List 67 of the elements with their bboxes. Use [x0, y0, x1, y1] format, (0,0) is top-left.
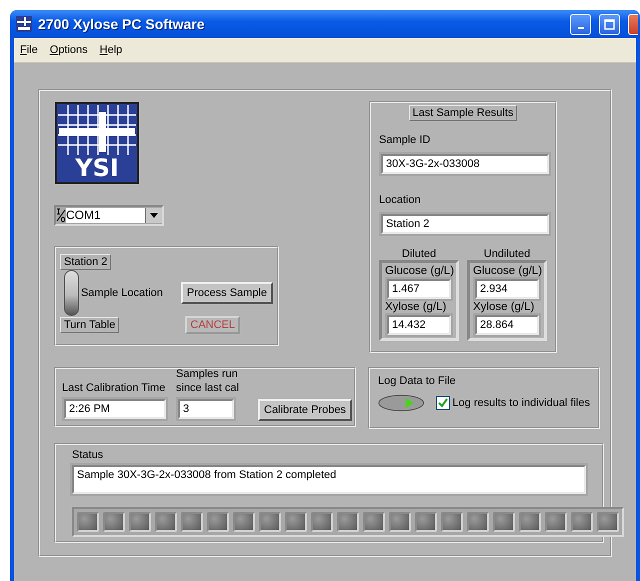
progress-led	[155, 512, 177, 532]
result-label: Glucose (g/L)	[473, 265, 541, 277]
result-field[interactable]: 28.864	[475, 315, 539, 335]
station-label: Station 2	[60, 254, 112, 270]
progress-led	[545, 512, 567, 532]
status-label: Status	[72, 449, 104, 461]
progress-led	[233, 512, 255, 532]
menu-item[interactable]: Options	[50, 44, 88, 56]
minimize-button[interactable]	[570, 14, 591, 34]
progress-led	[519, 512, 541, 532]
group-heading: Diluted	[402, 248, 436, 260]
app-icon	[16, 16, 32, 32]
io-icon	[56, 208, 66, 223]
maximize-icon	[604, 18, 615, 30]
result-label: Xylose (g/L)	[385, 301, 448, 313]
sample-id-field[interactable]: 30X-3G-2x-033008	[381, 154, 549, 174]
progress-led	[597, 512, 619, 532]
samples-run-label: Samples run since last cal	[176, 367, 240, 395]
turntable-label: Turn Table	[60, 317, 120, 333]
location-field[interactable]: Station 2	[381, 214, 549, 234]
samples-run-field[interactable]: 3	[178, 399, 234, 419]
results-title: Last Sample Results	[408, 105, 518, 121]
switch-label: Sample Location	[80, 287, 163, 299]
log-toggle-button[interactable]	[378, 393, 424, 413]
process-sample-button[interactable]: Process Sample	[180, 282, 273, 304]
progress-led	[311, 512, 333, 532]
progress-led	[259, 512, 281, 532]
result-field[interactable]: 1.467	[387, 279, 451, 299]
log-checkbox[interactable]: Log results to individual files	[436, 396, 590, 410]
close-button[interactable]	[628, 14, 638, 34]
menu-item[interactable]: File	[20, 44, 38, 56]
toggle-switch[interactable]	[64, 270, 79, 316]
dropdown-arrow-button[interactable]	[145, 208, 162, 223]
calibration-time-field[interactable]: 2:26 PM	[64, 399, 166, 419]
calibrate-probes-button[interactable]: Calibrate Probes	[258, 399, 352, 421]
location-label: Location	[379, 194, 422, 206]
progress-led	[441, 512, 463, 532]
progress-led	[285, 512, 307, 532]
progress-led	[181, 512, 203, 532]
maximize-button[interactable]	[599, 14, 620, 34]
progress-led	[363, 512, 385, 532]
result-label: Glucose (g/L)	[385, 265, 453, 277]
window-title: 2700 Xylose PC Software	[38, 16, 206, 32]
caret-icon	[150, 213, 158, 218]
progress-led	[103, 512, 125, 532]
sample-id-label: Sample ID	[379, 134, 432, 146]
log-data-label: Log Data to File	[378, 375, 457, 387]
progress-led	[493, 512, 515, 532]
menu-item[interactable]: Help	[100, 44, 122, 56]
result-label: Xylose (g/L)	[473, 301, 536, 313]
result-field[interactable]: 14.432	[387, 315, 451, 335]
minimize-icon	[578, 27, 584, 29]
progress-led	[337, 512, 359, 532]
progress-led	[571, 512, 593, 532]
port-selector[interactable]: COM1	[54, 205, 164, 226]
result-field[interactable]: 2.934	[475, 279, 539, 299]
progress-led	[129, 512, 151, 532]
group-heading: Undiluted	[484, 248, 530, 260]
progress-led	[415, 512, 437, 532]
port-value: COM1	[66, 208, 145, 223]
progress-led	[207, 512, 229, 532]
logo: YSI	[55, 102, 139, 184]
status-message: Sample 30X-3G-2x-033008 from Station 2 completed	[72, 465, 586, 494]
progress-led	[467, 512, 489, 532]
progress-led	[389, 512, 411, 532]
check-icon	[438, 398, 448, 408]
calibration-time-label: Last Calibration Time	[62, 382, 166, 394]
